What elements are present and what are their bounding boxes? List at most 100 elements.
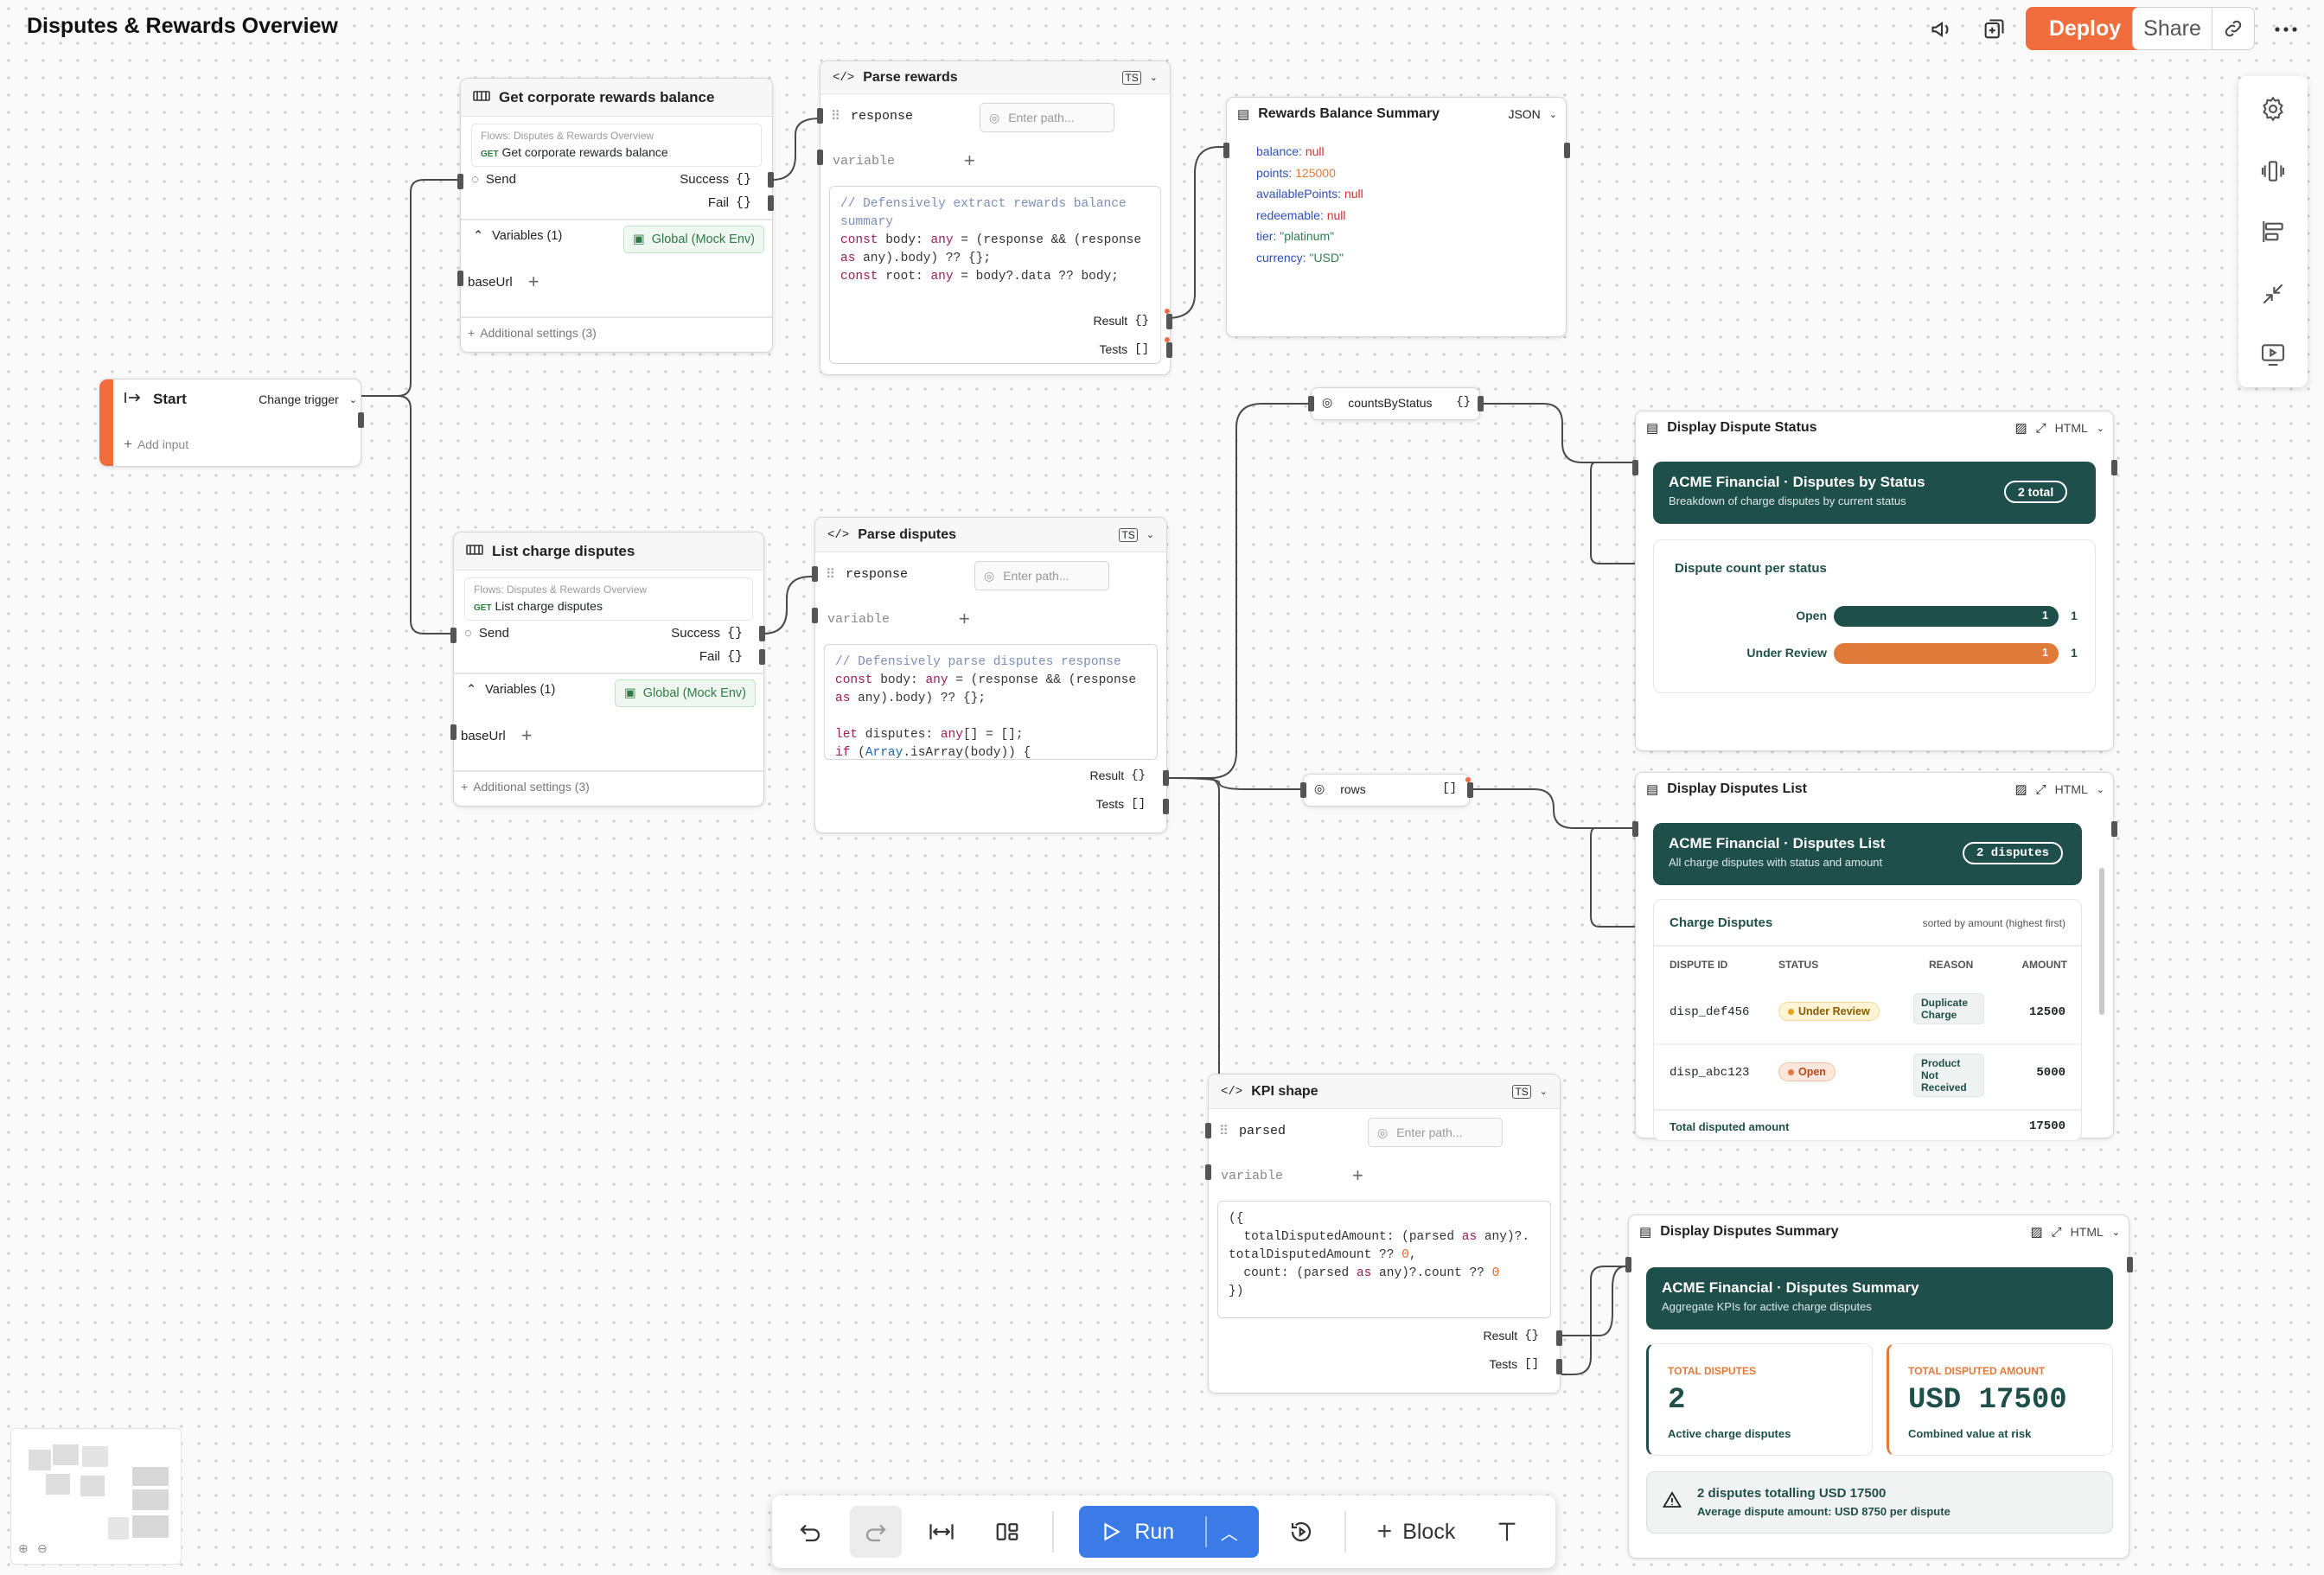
rewards-api-node[interactable]: Get corporate rewards balance Flows: Dis… — [457, 78, 774, 353]
format-selector[interactable]: HTML — [2055, 421, 2088, 435]
input-handle[interactable] — [1308, 396, 1314, 411]
input-handle[interactable] — [1632, 460, 1638, 475]
deploy-button[interactable]: Deploy — [2026, 7, 2144, 50]
input-handle[interactable] — [817, 108, 823, 124]
add-page-icon[interactable] — [1973, 9, 2014, 50]
add-input-button[interactable]: + Add input — [124, 431, 188, 457]
format-selector[interactable]: HTML — [2071, 1225, 2104, 1239]
input-handle[interactable] — [1632, 821, 1638, 837]
fail-handle[interactable] — [768, 195, 774, 211]
change-trigger-button[interactable]: Change trigger — [259, 392, 339, 406]
chevron-down-icon[interactable]: ⌄ — [2097, 423, 2104, 434]
output-handle[interactable] — [1467, 782, 1473, 798]
additional-settings[interactable]: Additional settings (3) — [473, 780, 590, 794]
result-handle[interactable] — [1163, 770, 1169, 786]
output-handle[interactable] — [1564, 143, 1570, 158]
chevron-up-icon[interactable]: ⌃ — [466, 683, 476, 697]
env-selector[interactable]: ▣ Global (Mock Env) — [615, 679, 756, 707]
fit-width-icon[interactable] — [916, 1506, 967, 1558]
layout-icon[interactable] — [981, 1506, 1033, 1558]
variable-handle[interactable] — [812, 608, 818, 623]
endpoint-box[interactable]: Flows: Disputes & Rewards Overview GET L… — [464, 577, 753, 621]
fail-handle[interactable] — [759, 649, 765, 665]
typescript-icon[interactable]: TS — [1119, 527, 1138, 542]
dispute-status-node[interactable]: ▤ Display Dispute Status ▨ ⤢ HTML ⌄ ACME… — [1632, 411, 2117, 751]
image-icon[interactable]: ▨ — [2014, 781, 2027, 797]
chevron-down-icon[interactable]: ⌄ — [1150, 72, 1158, 83]
result-handle[interactable] — [1166, 314, 1172, 329]
more-icon[interactable] — [2265, 9, 2307, 50]
chevron-down-icon[interactable]: ⌄ — [1146, 529, 1154, 540]
tests-handle[interactable] — [1166, 342, 1172, 358]
disputes-summary-node[interactable]: ▤ Display Disputes Summary ▨ ⤢ HTML ⌄ AC… — [1625, 1215, 2133, 1559]
tests-handle[interactable] — [1556, 1359, 1562, 1374]
input-handle[interactable] — [1625, 1257, 1631, 1272]
kpi-shape-node[interactable]: </> KPI shape TS ⌄ ⠿ parsed ◎ Enter path..… — [1205, 1074, 1562, 1393]
zoom-out-icon[interactable]: ⊖ — [37, 1541, 48, 1556]
counts-chip[interactable]: ◎ countsByStatus {} — [1308, 387, 1484, 420]
variable-handle[interactable] — [1205, 1164, 1211, 1180]
input-handle[interactable] — [450, 628, 456, 643]
plus-icon[interactable]: + — [959, 608, 970, 630]
start-node[interactable]: Start Change trigger ⌄ + Add input — [99, 379, 364, 467]
input-handle[interactable] — [457, 174, 463, 189]
variables-toggle[interactable]: Variables (1) — [485, 683, 555, 697]
plus-icon[interactable]: + — [964, 150, 975, 172]
path-input[interactable]: ◎ Enter path... — [980, 103, 1114, 132]
table-row[interactable]: disp_abc123 Open Product Not Received 5000 — [1654, 1047, 2081, 1102]
drag-icon[interactable]: ⠿ — [831, 108, 840, 124]
expand-icon[interactable]: ⤢ — [2036, 782, 2046, 797]
input-handle[interactable] — [1300, 782, 1306, 798]
output-handle[interactable] — [1478, 396, 1484, 411]
link-icon[interactable] — [2212, 18, 2254, 39]
columns-icon[interactable] — [2254, 152, 2292, 190]
chevron-up-icon[interactable]: ⌃ — [473, 229, 483, 243]
image-icon[interactable]: ▨ — [2014, 420, 2027, 436]
rows-chip[interactable]: ◎ rows [] — [1300, 774, 1473, 807]
zoom-in-icon[interactable]: ⊕ — [18, 1541, 29, 1556]
start-output-handle[interactable] — [358, 412, 364, 428]
format-selector[interactable]: HTML — [2055, 782, 2088, 796]
image-icon[interactable]: ▨ — [2030, 1224, 2042, 1240]
input-handle[interactable] — [812, 566, 818, 582]
share-button-group[interactable]: Share — [2132, 7, 2255, 50]
additional-settings[interactable]: Additional settings (3) — [480, 326, 597, 340]
drag-icon[interactable]: ⠿ — [826, 566, 835, 582]
redo-icon[interactable] — [850, 1506, 902, 1558]
undo-icon[interactable] — [784, 1506, 836, 1558]
variable-handle[interactable] — [817, 150, 823, 165]
chevron-down-icon[interactable]: ⌄ — [1540, 1086, 1548, 1097]
variable-handle[interactable] — [457, 271, 463, 286]
tests-handle[interactable] — [1163, 799, 1169, 814]
chevron-down-icon[interactable]: ⌄ — [1549, 109, 1557, 120]
megaphone-icon[interactable] — [1921, 9, 1963, 50]
success-handle[interactable] — [759, 626, 765, 641]
run-button[interactable]: Run ︿ — [1079, 1506, 1259, 1558]
code-editor[interactable]: // Defensively parse disputes response c… — [824, 644, 1158, 760]
collapse-icon[interactable] — [2254, 275, 2292, 313]
input-handle[interactable] — [1223, 143, 1229, 158]
add-block-button[interactable]: + Block — [1369, 1506, 1464, 1558]
variable-name[interactable]: baseUrl — [468, 275, 513, 290]
chevron-down-icon[interactable]: ⌄ — [2097, 784, 2104, 795]
minimap[interactable]: ⊕ ⊖ — [10, 1428, 182, 1565]
result-handle[interactable] — [1556, 1330, 1562, 1346]
drag-icon[interactable]: ⠿ — [1219, 1123, 1229, 1138]
parse-disputes-node[interactable]: </> Parse disputes TS ⌄ ⠿ response ◎ Enter… — [812, 517, 1169, 833]
gear-icon[interactable] — [2254, 90, 2292, 128]
expand-icon[interactable]: ⤢ — [2052, 1225, 2062, 1240]
typescript-icon[interactable]: TS — [1122, 70, 1141, 85]
env-selector[interactable]: ▣ Global (Mock Env) — [623, 226, 764, 253]
text-tool-icon[interactable] — [1481, 1506, 1533, 1558]
share-button[interactable]: Share — [2133, 8, 2212, 49]
disputes-api-node[interactable]: List charge disputes Flows: Disputes & R… — [450, 532, 765, 807]
path-input[interactable]: ◎ Enter path... — [974, 561, 1109, 590]
variable-name[interactable]: baseUrl — [461, 729, 506, 743]
format-selector[interactable]: JSON — [1508, 107, 1540, 121]
plus-icon[interactable]: + — [1352, 1164, 1363, 1187]
plus-icon[interactable]: + — [468, 326, 475, 340]
chevron-down-icon[interactable]: ⌄ — [2112, 1227, 2120, 1238]
output-handle[interactable] — [2111, 821, 2117, 837]
align-icon[interactable] — [2254, 213, 2292, 251]
parse-rewards-node[interactable]: </> Parse rewards TS ⌄ ⠿ response ◎ Enter … — [817, 61, 1172, 375]
